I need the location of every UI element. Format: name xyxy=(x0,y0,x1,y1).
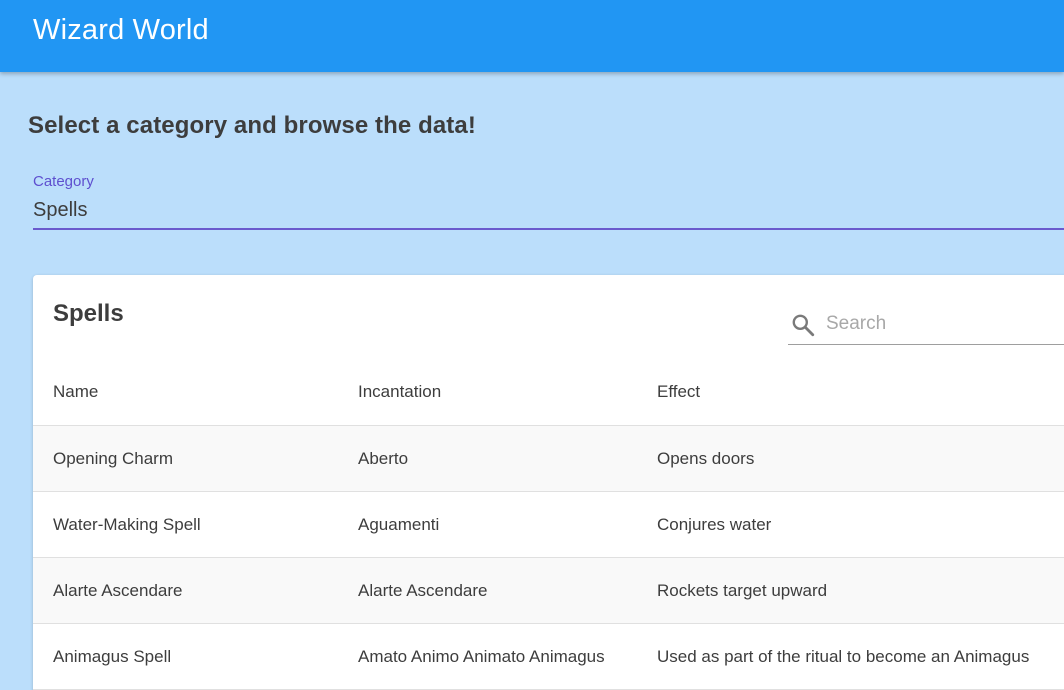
column-header-incantation[interactable]: Incantation xyxy=(358,359,441,425)
cell-name: Animagus Spell xyxy=(53,646,172,666)
search-field[interactable] xyxy=(788,305,1064,345)
cell-effect: Opens doors xyxy=(657,448,755,468)
card-title: Spells xyxy=(53,300,124,327)
category-underline xyxy=(33,228,1064,230)
table-row[interactable]: Animagus Spell Amato Animo Animato Anima… xyxy=(33,624,1064,690)
page-heading: Select a category and browse the data! xyxy=(28,112,476,139)
cell-name: Alarte Ascendare xyxy=(53,580,183,600)
app-bar: Wizard World xyxy=(0,0,1064,72)
cell-name: Opening Charm xyxy=(53,448,174,468)
cell-name: Water-Making Spell xyxy=(53,514,201,534)
category-value[interactable]: Spells xyxy=(33,199,87,222)
table-header-row: Name Incantation Effect xyxy=(33,359,1064,426)
search-icon xyxy=(790,312,816,338)
cell-incantation: Aberto xyxy=(358,448,409,468)
column-header-effect[interactable]: Effect xyxy=(657,359,700,425)
data-table: Name Incantation Effect Opening Charm Ab… xyxy=(33,359,1064,690)
column-header-name[interactable]: Name xyxy=(53,359,98,425)
cell-incantation: Alarte Ascendare xyxy=(358,580,488,600)
search-input[interactable] xyxy=(826,308,1064,340)
table-row[interactable]: Alarte Ascendare Alarte Ascendare Rocket… xyxy=(33,558,1064,624)
cell-incantation: Amato Animo Animato Animagus xyxy=(358,646,605,666)
data-card: Spells Name Incantation Effect Opening C… xyxy=(33,275,1064,690)
cell-effect: Used as part of the ritual to become an … xyxy=(657,646,1030,666)
table-row[interactable]: Water-Making Spell Aguamenti Conjures wa… xyxy=(33,492,1064,558)
app-title: Wizard World xyxy=(33,14,209,46)
table-row[interactable]: Opening Charm Aberto Opens doors xyxy=(33,426,1064,492)
category-select[interactable]: Category Spells xyxy=(33,171,1064,231)
cell-incantation: Aguamenti xyxy=(358,514,440,534)
cell-effect: Conjures water xyxy=(657,514,772,534)
category-label: Category xyxy=(33,173,94,190)
cell-effect: Rockets target upward xyxy=(657,580,828,600)
